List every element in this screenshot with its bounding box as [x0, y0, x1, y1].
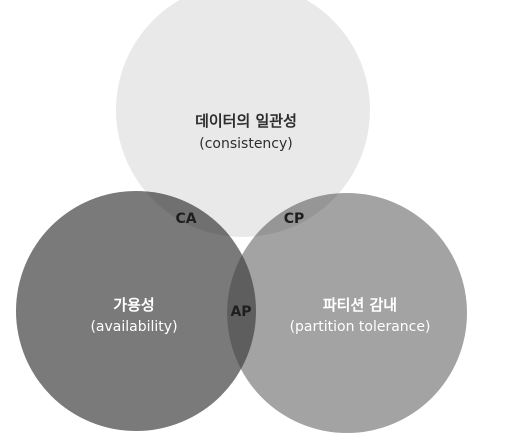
- consistency-title: 데이터의 일관성: [195, 112, 297, 130]
- cap-venn-diagram: 데이터의 일관성 (consistency) 가용성 (availability…: [16, 0, 467, 433]
- partition-subtitle: (partition tolerance): [290, 319, 431, 335]
- availability-subtitle: (availability): [90, 319, 177, 335]
- ca-label: CA: [175, 211, 196, 227]
- availability-title: 가용성: [113, 296, 154, 314]
- ap-label: AP: [230, 304, 251, 320]
- consistency-subtitle: (consistency): [199, 136, 293, 152]
- partition-title: 파티션 감내: [323, 296, 397, 314]
- cp-label: CP: [284, 211, 305, 227]
